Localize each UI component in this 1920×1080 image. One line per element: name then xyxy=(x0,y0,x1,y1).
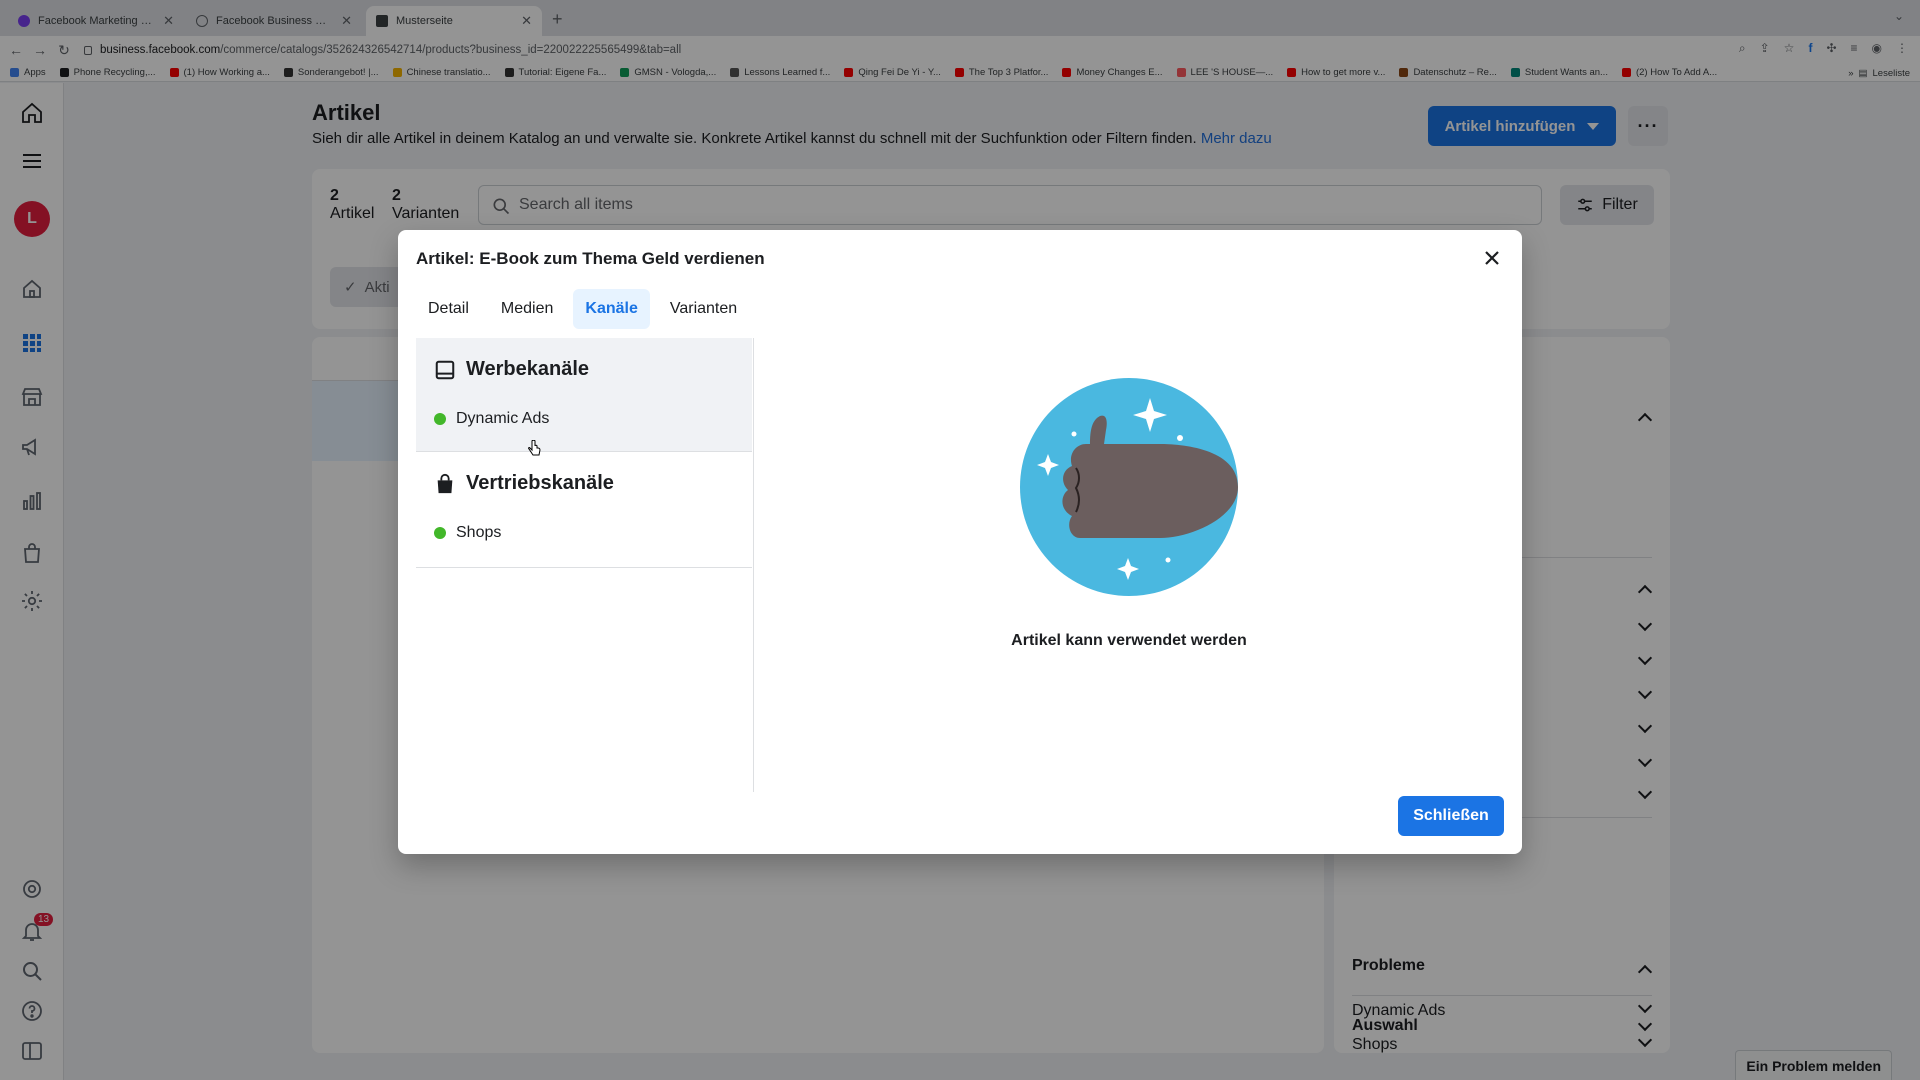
channel-group-ads[interactable]: Werbekanäle Dynamic Ads xyxy=(416,338,752,452)
channel-group-title: Werbekanäle xyxy=(434,358,589,381)
status-message: Artikel kann verwendet werden xyxy=(1011,632,1247,649)
tab-variants[interactable]: Varianten xyxy=(658,289,749,329)
shopping-bag-icon xyxy=(437,473,453,493)
close-icon[interactable] xyxy=(1480,246,1504,270)
channel-status-pane: Artikel kann verwendet werden xyxy=(754,338,1504,792)
status-dot-icon xyxy=(434,413,446,425)
channel-item-label: Dynamic Ads xyxy=(456,410,550,427)
channel-group-label: Werbekanäle xyxy=(466,358,590,380)
tab-detail[interactable]: Detail xyxy=(416,289,481,329)
dialog-title: Artikel: E-Book zum Thema Geld verdienen xyxy=(416,249,765,268)
channel-item-shops[interactable]: Shops xyxy=(434,524,501,542)
channel-list: Werbekanäle Dynamic Ads Vertriebskanäle … xyxy=(416,338,754,792)
thumbs-up-illustration xyxy=(1020,378,1238,596)
item-dialog: Artikel: E-Book zum Thema Geld verdienen… xyxy=(398,230,1522,854)
tab-channels[interactable]: Kanäle xyxy=(573,289,650,329)
status-dot-icon xyxy=(434,527,446,539)
close-button[interactable]: Schließen xyxy=(1398,796,1504,836)
dialog-tabs: Detail Medien Kanäle Varianten xyxy=(416,289,749,329)
channel-group-label: Vertriebskanäle xyxy=(466,472,614,494)
hand-cursor-icon xyxy=(528,440,541,456)
channel-group-sales[interactable]: Vertriebskanäle Shops xyxy=(416,452,752,568)
channel-group-title: Vertriebskanäle xyxy=(434,472,614,495)
channel-item-dynamic-ads[interactable]: Dynamic Ads xyxy=(434,410,549,428)
tab-media[interactable]: Medien xyxy=(489,289,565,329)
ads-channel-icon xyxy=(435,360,455,379)
channel-item-label: Shops xyxy=(456,524,502,541)
